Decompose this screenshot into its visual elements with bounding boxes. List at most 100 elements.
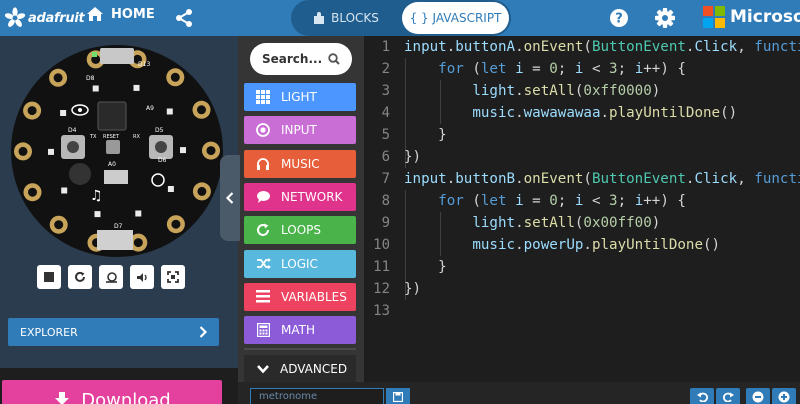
code-line: input.buttonA.onEvent(ButtonEvent.Click,… <box>404 39 800 55</box>
line-number: 6 <box>381 149 390 165</box>
puzzle-icon <box>314 11 325 24</box>
help-icon[interactable]: ? <box>609 8 629 28</box>
slowmo-button[interactable] <box>99 265 123 289</box>
neopixel-led <box>94 211 101 218</box>
reset-button[interactable] <box>106 140 120 154</box>
home-button[interactable]: HOME <box>86 6 155 22</box>
line-number: 4 <box>381 105 390 121</box>
category-label: MATH <box>281 323 315 338</box>
label-d5: D5 <box>155 127 164 134</box>
refresh-icon <box>75 271 85 282</box>
category-input[interactable]: INPUT <box>244 116 356 145</box>
board-pad-hole <box>170 72 180 82</box>
javascript-tab[interactable]: { } JAVASCRIPT <box>402 2 509 34</box>
stop-button[interactable] <box>37 265 61 289</box>
redo-icon <box>722 392 734 402</box>
list-icon <box>254 288 272 306</box>
fullscreen-icon <box>167 271 179 283</box>
radio-icon <box>254 121 272 139</box>
flower-icon <box>4 7 26 27</box>
code-line: for (let i = 0; i < 3; i++) { <box>438 61 686 77</box>
code-line: music.wawawawaa.playUntilDone() <box>472 105 738 121</box>
redo-button[interactable] <box>716 388 740 404</box>
chat-icon <box>254 188 272 206</box>
zoom-out-button[interactable] <box>746 388 770 404</box>
share-icon[interactable] <box>174 8 194 28</box>
category-math[interactable]: MATH <box>244 316 356 345</box>
code-editor[interactable]: 1 2 3 4 5 6 7 8 9 10 11 12 13 input.buttonA.onEvent(… <box>364 36 800 382</box>
collapse-simulator-button[interactable] <box>220 155 240 241</box>
grid-icon <box>254 88 272 106</box>
category-light[interactable]: LIGHT <box>244 83 356 111</box>
mute-button[interactable] <box>130 265 154 289</box>
blocks-tab[interactable]: BLOCKS <box>291 0 401 36</box>
undo-icon <box>696 392 708 402</box>
circuit-playground-board[interactable]: ♫ D8 D13 D7 A9 D4 D5 RX TX RESET A0 D6 <box>8 42 226 260</box>
microsoft-grid-icon <box>703 6 725 28</box>
project-name-input[interactable]: metronome <box>250 388 384 404</box>
top-bar: adafruit HOME BLOCKS { } JAVASCRIPT ? Mi… <box>0 0 800 36</box>
explorer-button[interactable]: EXPLORER <box>8 318 219 346</box>
code-line: }) <box>404 149 422 165</box>
search-input[interactable]: Search... <box>262 52 322 66</box>
power-led <box>92 52 97 57</box>
chevron-down-icon <box>257 365 269 374</box>
fullscreen-button[interactable] <box>161 265 185 289</box>
line-number: 12 <box>373 281 390 297</box>
line-number: 10 <box>373 237 390 253</box>
neopixel-led <box>61 187 68 194</box>
save-button[interactable] <box>386 388 410 404</box>
neopixel-led <box>166 108 173 115</box>
restart-button[interactable] <box>68 265 92 289</box>
toolbox-search[interactable]: Search... <box>250 43 352 75</box>
home-icon <box>87 7 103 21</box>
line-number: 13 <box>373 303 390 319</box>
label-d8: D8 <box>86 75 95 82</box>
line-number: 9 <box>381 215 390 231</box>
line-number: 8 <box>381 193 390 209</box>
label-tx: TX <box>89 134 97 140</box>
line-number: 1 <box>381 39 390 55</box>
slide-switch[interactable] <box>104 170 128 184</box>
code-line: } <box>404 259 447 275</box>
code-line: light.setAll(0xff0000) <box>472 83 661 99</box>
undo-button[interactable] <box>690 388 714 404</box>
brand-text: adafruit <box>28 10 85 26</box>
category-label: INPUT <box>281 123 317 138</box>
label-a0: A0 <box>108 161 116 168</box>
javascript-text: JAVASCRIPT <box>432 11 502 25</box>
gear-icon[interactable] <box>654 7 676 29</box>
board-pad-hole <box>54 220 64 230</box>
neopixel-led <box>135 210 142 217</box>
download-icon <box>55 392 70 404</box>
board-pad-hole <box>206 146 216 156</box>
zoom-in-button[interactable] <box>772 388 796 404</box>
category-label: LOOPS <box>281 223 322 238</box>
code-line: for (let i = 0; i < 3; i++) { <box>438 193 686 209</box>
label-rx: RX <box>133 134 140 140</box>
advanced-category[interactable]: ADVANCED <box>244 355 356 383</box>
category-music[interactable]: MUSIC <box>244 149 356 178</box>
label-d13: D13 <box>138 61 150 68</box>
category-network[interactable]: NETWORK <box>244 182 356 211</box>
category-variables[interactable]: VARIABLES <box>244 282 356 311</box>
music-note-icon: ♫ <box>90 188 103 204</box>
braces-icon: { } <box>409 11 429 25</box>
board-pad-hole <box>171 219 181 229</box>
neopixel-led <box>60 110 67 116</box>
label-d6: D6 <box>158 157 167 164</box>
javascript-label: { } JAVASCRIPT <box>410 11 502 25</box>
line-number: 11 <box>373 259 390 275</box>
download-button[interactable]: Download <box>2 380 222 404</box>
code-area[interactable]: input.buttonA.onEvent(ButtonEvent.Click,… <box>404 36 800 382</box>
line-gutter: 1 2 3 4 5 6 7 8 9 10 11 12 13 <box>364 36 400 382</box>
category-label: MUSIC <box>281 156 320 171</box>
category-loops[interactable]: LOOPS <box>244 216 356 245</box>
code-line: } <box>404 127 447 143</box>
adafruit-logo[interactable]: adafruit <box>4 7 85 29</box>
category-label: LIGHT <box>281 90 317 104</box>
board-pad-hole <box>27 106 37 116</box>
editor-toggle: BLOCKS { } JAVASCRIPT <box>291 0 511 36</box>
microsoft-logo[interactable]: Microsoft <box>703 6 800 28</box>
category-logic[interactable]: LOGIC <box>244 249 356 278</box>
